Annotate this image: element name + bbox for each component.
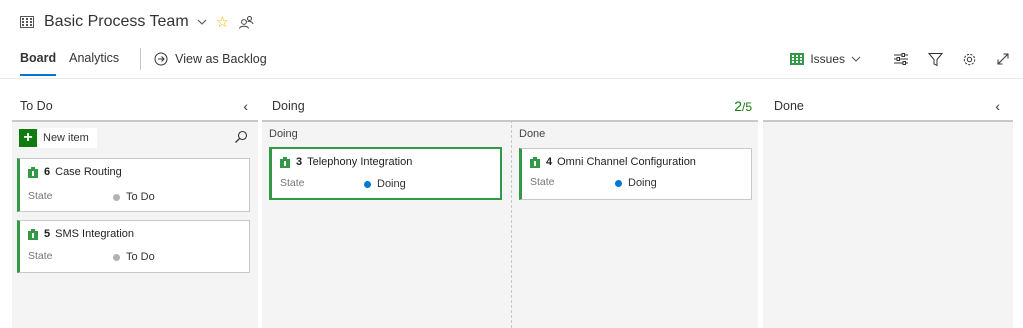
split-column-doing-label: Doing xyxy=(269,128,298,140)
new-item-label: New item xyxy=(43,132,89,144)
state-dot-icon xyxy=(364,180,371,188)
state-value[interactable]: Doing xyxy=(615,177,657,189)
state-value[interactable]: Doing xyxy=(364,178,406,190)
search-icon[interactable] xyxy=(234,130,248,144)
work-item-title[interactable]: Telephony Integration xyxy=(307,156,412,168)
issue-icon xyxy=(28,228,38,240)
gear-icon[interactable] xyxy=(961,51,977,67)
state-label: State xyxy=(28,190,53,202)
issue-icon xyxy=(28,166,38,178)
column-header-done: Done ‹ xyxy=(774,92,1000,120)
work-item-id: 6 xyxy=(44,166,51,178)
state-dot-icon xyxy=(615,179,622,187)
state-value[interactable]: To Do xyxy=(113,191,155,203)
column-body-done xyxy=(763,120,1013,328)
work-item-card[interactable]: 5 SMS Integration State To Do xyxy=(17,220,250,273)
board-grid-icon xyxy=(20,16,34,28)
issue-icon xyxy=(280,156,290,168)
split-column-done-label: Done xyxy=(519,128,546,140)
favorite-star-icon[interactable]: ☆ xyxy=(216,15,229,30)
board-level-icon xyxy=(790,53,805,65)
column-header-doing: Doing 2/5 xyxy=(272,92,752,120)
work-item-title[interactable]: Case Routing xyxy=(55,166,122,178)
chevron-down-icon xyxy=(851,56,861,62)
fullscreen-expand-icon[interactable] xyxy=(995,51,1011,67)
work-item-title[interactable]: Omni Channel Configuration xyxy=(557,156,696,168)
chevron-down-icon[interactable] xyxy=(196,16,208,28)
backlog-level-label: Issues xyxy=(810,52,845,66)
tab-analytics[interactable]: Analytics xyxy=(69,48,119,70)
board-tabs: Board Analytics View as Backlog xyxy=(20,48,267,76)
filter-icon[interactable] xyxy=(927,51,943,67)
card-title-row: 5 SMS Integration xyxy=(28,228,134,240)
plus-icon: + xyxy=(19,129,37,147)
split-column-divider xyxy=(511,120,512,328)
work-item-id: 5 xyxy=(44,228,51,240)
state-label: State xyxy=(28,250,53,262)
work-item-id: 4 xyxy=(546,156,553,168)
collapse-column-icon[interactable]: ‹ xyxy=(995,98,1000,114)
state-value[interactable]: To Do xyxy=(113,251,155,263)
state-text: To Do xyxy=(126,191,155,203)
arrow-circle-right-icon xyxy=(154,52,168,66)
state-dot-icon xyxy=(113,193,120,201)
card-title-row: 3 Telephony Integration xyxy=(280,156,412,168)
state-text: Doing xyxy=(628,177,657,189)
wip-limit: /5 xyxy=(741,100,752,114)
state-dot-icon xyxy=(113,253,120,261)
header-divider xyxy=(0,78,1023,79)
wip-current: 2 xyxy=(734,98,742,114)
settings-sliders-icon[interactable] xyxy=(893,51,909,67)
view-as-backlog-label: View as Backlog xyxy=(175,52,267,66)
tab-board[interactable]: Board xyxy=(20,48,57,76)
work-item-card-selected[interactable]: 3 Telephony Integration State Doing xyxy=(269,147,502,200)
collapse-column-icon[interactable]: ‹ xyxy=(243,98,248,114)
work-item-id: 3 xyxy=(296,156,303,168)
card-title-row: 6 Case Routing xyxy=(28,166,122,178)
team-title-bar: Basic Process Team ☆ xyxy=(20,10,254,34)
column-title-doing: Doing xyxy=(272,99,305,113)
board-toolbar: Issues xyxy=(790,48,1011,70)
state-text: Doing xyxy=(377,178,406,190)
column-title-todo: To Do xyxy=(20,99,53,113)
issue-icon xyxy=(530,156,540,168)
view-as-backlog-link[interactable]: View as Backlog xyxy=(154,52,267,66)
state-label: State xyxy=(530,176,555,188)
work-item-card[interactable]: 6 Case Routing State To Do xyxy=(17,158,250,212)
work-item-card[interactable]: 4 Omni Channel Configuration State Doing xyxy=(519,148,752,200)
state-label: State xyxy=(280,177,305,189)
tab-divider xyxy=(140,48,142,70)
state-text: To Do xyxy=(126,251,155,263)
new-item-button[interactable]: + New item xyxy=(19,128,97,148)
team-name[interactable]: Basic Process Team xyxy=(44,13,189,31)
work-item-title[interactable]: SMS Integration xyxy=(55,228,134,240)
team-members-icon[interactable] xyxy=(238,15,254,29)
column-title-done: Done xyxy=(774,99,804,113)
backlog-level-picker[interactable]: Issues xyxy=(790,52,861,66)
wip-limit-indicator: 2/5 xyxy=(734,98,752,114)
card-title-row: 4 Omni Channel Configuration xyxy=(530,156,696,168)
column-header-todo: To Do ‹ xyxy=(20,92,248,120)
